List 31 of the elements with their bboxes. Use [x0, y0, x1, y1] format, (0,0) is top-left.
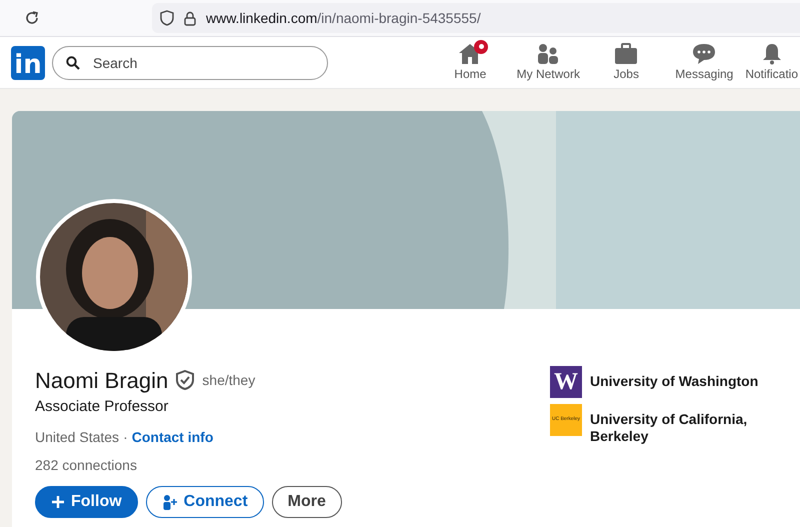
location: United States — [35, 428, 120, 446]
nav-item[interactable]: Notificatio — [743, 42, 800, 82]
nav-item[interactable]: Home — [431, 42, 510, 82]
nav-item[interactable]: Jobs — [587, 42, 666, 82]
contact-info-link[interactable]: Contact info — [132, 426, 214, 448]
people-icon — [536, 42, 560, 64]
action-button[interactable]: Follow — [35, 486, 138, 518]
reload-icon[interactable] — [24, 10, 40, 26]
address-bar[interactable]: www.linkedin.com/in/naomi-bragin-5435555/ — [152, 3, 800, 33]
url-text: www.linkedin.com/in/naomi-bragin-5435555/ — [206, 8, 481, 28]
shield-icon[interactable] — [160, 10, 174, 26]
headline: Associate Professor — [35, 397, 170, 417]
plus-icon — [51, 494, 65, 508]
pronouns: she/they — [202, 371, 256, 390]
person-add-icon — [162, 494, 178, 510]
lock-icon[interactable] — [184, 10, 196, 26]
school-name[interactable]: University of California, Berkeley — [590, 411, 770, 445]
briefcase-icon — [614, 42, 638, 64]
nav-item[interactable]: My Network — [509, 42, 588, 82]
action-button[interactable]: Connect — [146, 486, 264, 518]
action-button[interactable]: More — [272, 486, 342, 518]
school-name[interactable]: University of Washington — [590, 373, 758, 390]
separator: · — [123, 428, 128, 446]
connections-count: 282 connections — [35, 456, 138, 474]
nav-item[interactable]: Messaging — [665, 42, 744, 82]
profile-name: Naomi Bragin — [35, 367, 168, 395]
search-icon — [66, 56, 80, 70]
logo[interactable]: in — [11, 46, 45, 80]
school-logo: W — [550, 366, 582, 398]
chat-bubble-icon — [692, 42, 716, 64]
search-field[interactable]: Search — [52, 46, 328, 80]
